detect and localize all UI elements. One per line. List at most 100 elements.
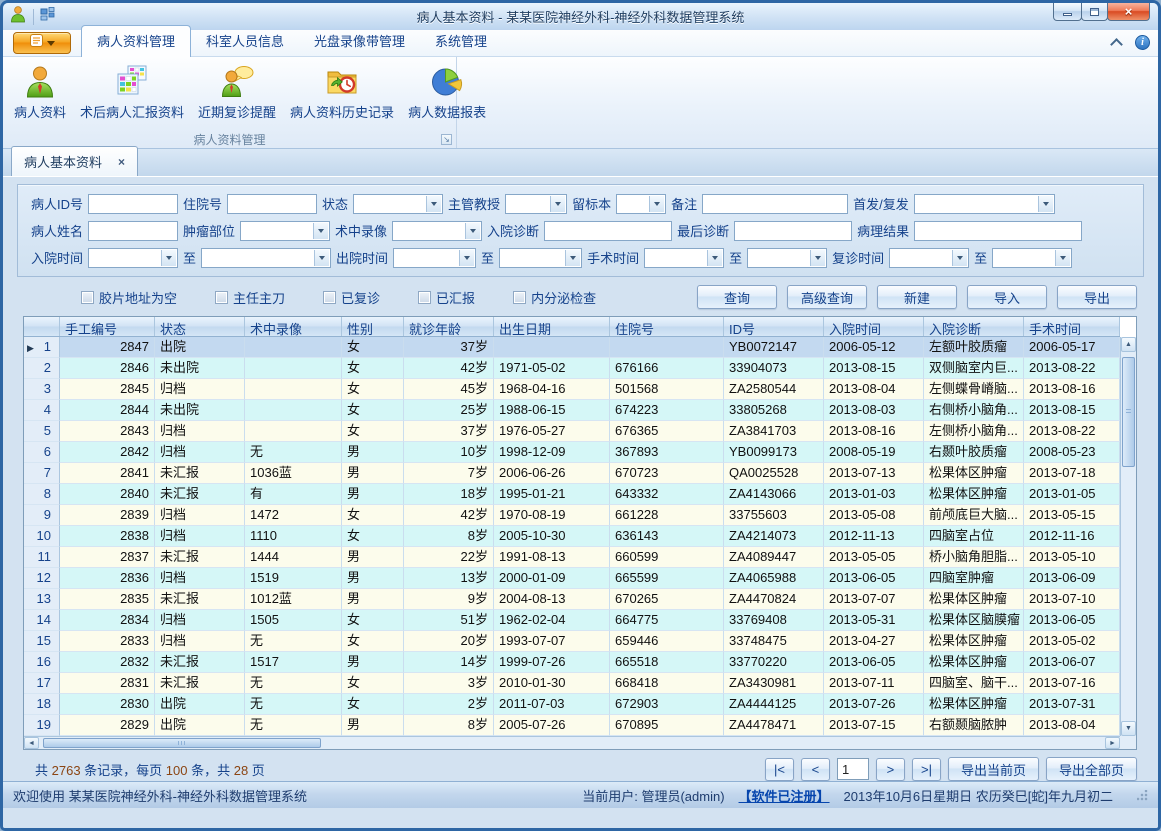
table-cell[interactable]: 2841 xyxy=(60,463,155,484)
row-number[interactable]: ▶1 xyxy=(24,337,60,358)
table-cell[interactable]: 37岁 xyxy=(404,337,494,358)
checkbox-box[interactable] xyxy=(215,291,228,304)
table-cell[interactable]: 前颅底巨大脑... xyxy=(924,505,1024,526)
checkbox-box[interactable] xyxy=(81,291,94,304)
ribbon-button-3[interactable]: 近期复诊提醒 xyxy=(191,60,283,125)
table-cell[interactable]: 归档 xyxy=(155,526,245,547)
row-number[interactable]: 12 xyxy=(24,568,60,589)
table-cell[interactable]: 1472 xyxy=(245,505,342,526)
table-cell[interactable]: 2013-07-26 xyxy=(824,694,924,715)
table-cell[interactable]: 无 xyxy=(245,673,342,694)
table-cell[interactable]: 无 xyxy=(245,442,342,463)
table-cell[interactable]: 2838 xyxy=(60,526,155,547)
ribbon-tab-3[interactable]: 光盘录像带管理 xyxy=(299,26,420,56)
table-row[interactable]: 42844未出院女25岁1988-06-15674223338052682013… xyxy=(24,400,1120,421)
chevron-down-icon[interactable] xyxy=(314,250,329,266)
table-cell[interactable] xyxy=(245,337,342,358)
table-cell[interactable]: 2006-05-17 xyxy=(1024,337,1120,358)
table-cell[interactable]: 1995-01-21 xyxy=(494,484,610,505)
table-cell[interactable]: ZA4065988 xyxy=(724,568,824,589)
table-cell[interactable]: 670895 xyxy=(610,715,724,736)
combo-field[interactable] xyxy=(201,248,331,268)
table-cell[interactable]: 2013-08-04 xyxy=(1024,715,1120,736)
table-cell[interactable]: 未汇报 xyxy=(155,589,245,610)
checkbox-5[interactable]: 内分泌检查 xyxy=(513,288,596,307)
table-cell[interactable]: 1976-05-27 xyxy=(494,421,610,442)
table-cell[interactable]: 2013-06-07 xyxy=(1024,652,1120,673)
scroll-up-icon[interactable]: ▲ xyxy=(1121,337,1136,352)
column-header[interactable]: 术中录像 xyxy=(245,317,342,336)
info-icon[interactable]: i xyxy=(1135,35,1150,50)
scroll-left-icon[interactable]: ◄ xyxy=(24,737,39,749)
table-cell[interactable]: 2011-07-03 xyxy=(494,694,610,715)
new-button[interactable]: 新建 xyxy=(877,285,957,309)
ribbon-tab-1[interactable]: 病人资料管理 xyxy=(81,25,191,57)
combo-field[interactable] xyxy=(644,248,724,268)
table-cell[interactable]: ZA4478471 xyxy=(724,715,824,736)
table-cell[interactable]: 2013-05-31 xyxy=(824,610,924,631)
table-cell[interactable]: 33904073 xyxy=(724,358,824,379)
ribbon-button-4[interactable]: 病人资料历史记录 xyxy=(283,60,401,125)
table-cell[interactable]: ZA2580544 xyxy=(724,379,824,400)
table-cell[interactable]: 2834 xyxy=(60,610,155,631)
table-cell[interactable]: 男 xyxy=(342,463,404,484)
table-cell[interactable]: 未汇报 xyxy=(155,652,245,673)
table-cell[interactable]: ZA3430981 xyxy=(724,673,824,694)
close-button[interactable]: × xyxy=(1107,3,1150,21)
table-cell[interactable]: 无 xyxy=(245,715,342,736)
table-cell[interactable]: 2845 xyxy=(60,379,155,400)
table-cell[interactable]: 664775 xyxy=(610,610,724,631)
table-cell[interactable]: 四脑室占位 xyxy=(924,526,1024,547)
table-cell[interactable]: 9岁 xyxy=(404,589,494,610)
ribbon-button-2[interactable]: 术后病人汇报资料 xyxy=(73,60,191,125)
table-cell[interactable]: 33769408 xyxy=(724,610,824,631)
table-cell[interactable]: 33805268 xyxy=(724,400,824,421)
table-cell[interactable]: YB0072147 xyxy=(724,337,824,358)
table-cell[interactable]: 1970-08-19 xyxy=(494,505,610,526)
layout-grid-icon[interactable] xyxy=(40,6,56,27)
table-cell[interactable]: 8岁 xyxy=(404,526,494,547)
table-cell[interactable]: 2836 xyxy=(60,568,155,589)
table-cell[interactable]: 左侧蝶骨嵴脑... xyxy=(924,379,1024,400)
table-row[interactable]: 172831未汇报无女3岁2010-01-30668418ZA343098120… xyxy=(24,673,1120,694)
export-current-page-button[interactable]: 导出当前页 xyxy=(948,757,1039,781)
table-cell[interactable]: 42岁 xyxy=(404,505,494,526)
table-cell[interactable]: 四脑室、脑干... xyxy=(924,673,1024,694)
table-cell[interactable]: 左侧桥小脑角... xyxy=(924,421,1024,442)
table-cell[interactable]: 女 xyxy=(342,505,404,526)
table-cell[interactable]: 2008-05-19 xyxy=(824,442,924,463)
table-cell[interactable]: 归档 xyxy=(155,379,245,400)
table-row[interactable]: 62842归档无男10岁1998-12-09367893YB0099173200… xyxy=(24,442,1120,463)
table-cell[interactable]: 松果体区肿瘤 xyxy=(924,484,1024,505)
table-cell[interactable]: 51岁 xyxy=(404,610,494,631)
table-cell[interactable] xyxy=(245,400,342,421)
table-cell[interactable]: 2013-07-07 xyxy=(824,589,924,610)
table-cell[interactable]: 2840 xyxy=(60,484,155,505)
table-cell[interactable]: 2835 xyxy=(60,589,155,610)
table-cell[interactable]: 2006-06-26 xyxy=(494,463,610,484)
chevron-down-icon[interactable] xyxy=(161,250,176,266)
table-cell[interactable]: 22岁 xyxy=(404,547,494,568)
table-row[interactable]: 82840未汇报有男18岁1995-01-21643332ZA414306620… xyxy=(24,484,1120,505)
license-link[interactable]: 【软件已注册】 xyxy=(739,786,830,805)
table-cell[interactable]: 归档 xyxy=(155,442,245,463)
table-cell[interactable]: 2013-04-27 xyxy=(824,631,924,652)
row-number[interactable]: 5 xyxy=(24,421,60,442)
table-cell[interactable]: 2013-08-22 xyxy=(1024,358,1120,379)
table-cell[interactable]: 2岁 xyxy=(404,694,494,715)
scroll-right-icon[interactable]: ► xyxy=(1105,737,1120,749)
table-cell[interactable] xyxy=(494,337,610,358)
table-cell[interactable]: 1012蓝 xyxy=(245,589,342,610)
text-field[interactable] xyxy=(227,194,317,214)
row-number[interactable]: 8 xyxy=(24,484,60,505)
table-cell[interactable]: 2013-08-15 xyxy=(1024,400,1120,421)
table-cell[interactable]: 未汇报 xyxy=(155,547,245,568)
table-cell[interactable]: 女 xyxy=(342,400,404,421)
table-cell[interactable]: 2004-08-13 xyxy=(494,589,610,610)
table-cell[interactable]: 右侧桥小脑角... xyxy=(924,400,1024,421)
table-cell[interactable]: 2013-07-15 xyxy=(824,715,924,736)
table-cell[interactable]: 676166 xyxy=(610,358,724,379)
column-header[interactable]: 入院诊断 xyxy=(924,317,1024,336)
table-cell[interactable]: 676365 xyxy=(610,421,724,442)
table-row[interactable]: 92839归档1472女42岁1970-08-19661228337556032… xyxy=(24,505,1120,526)
